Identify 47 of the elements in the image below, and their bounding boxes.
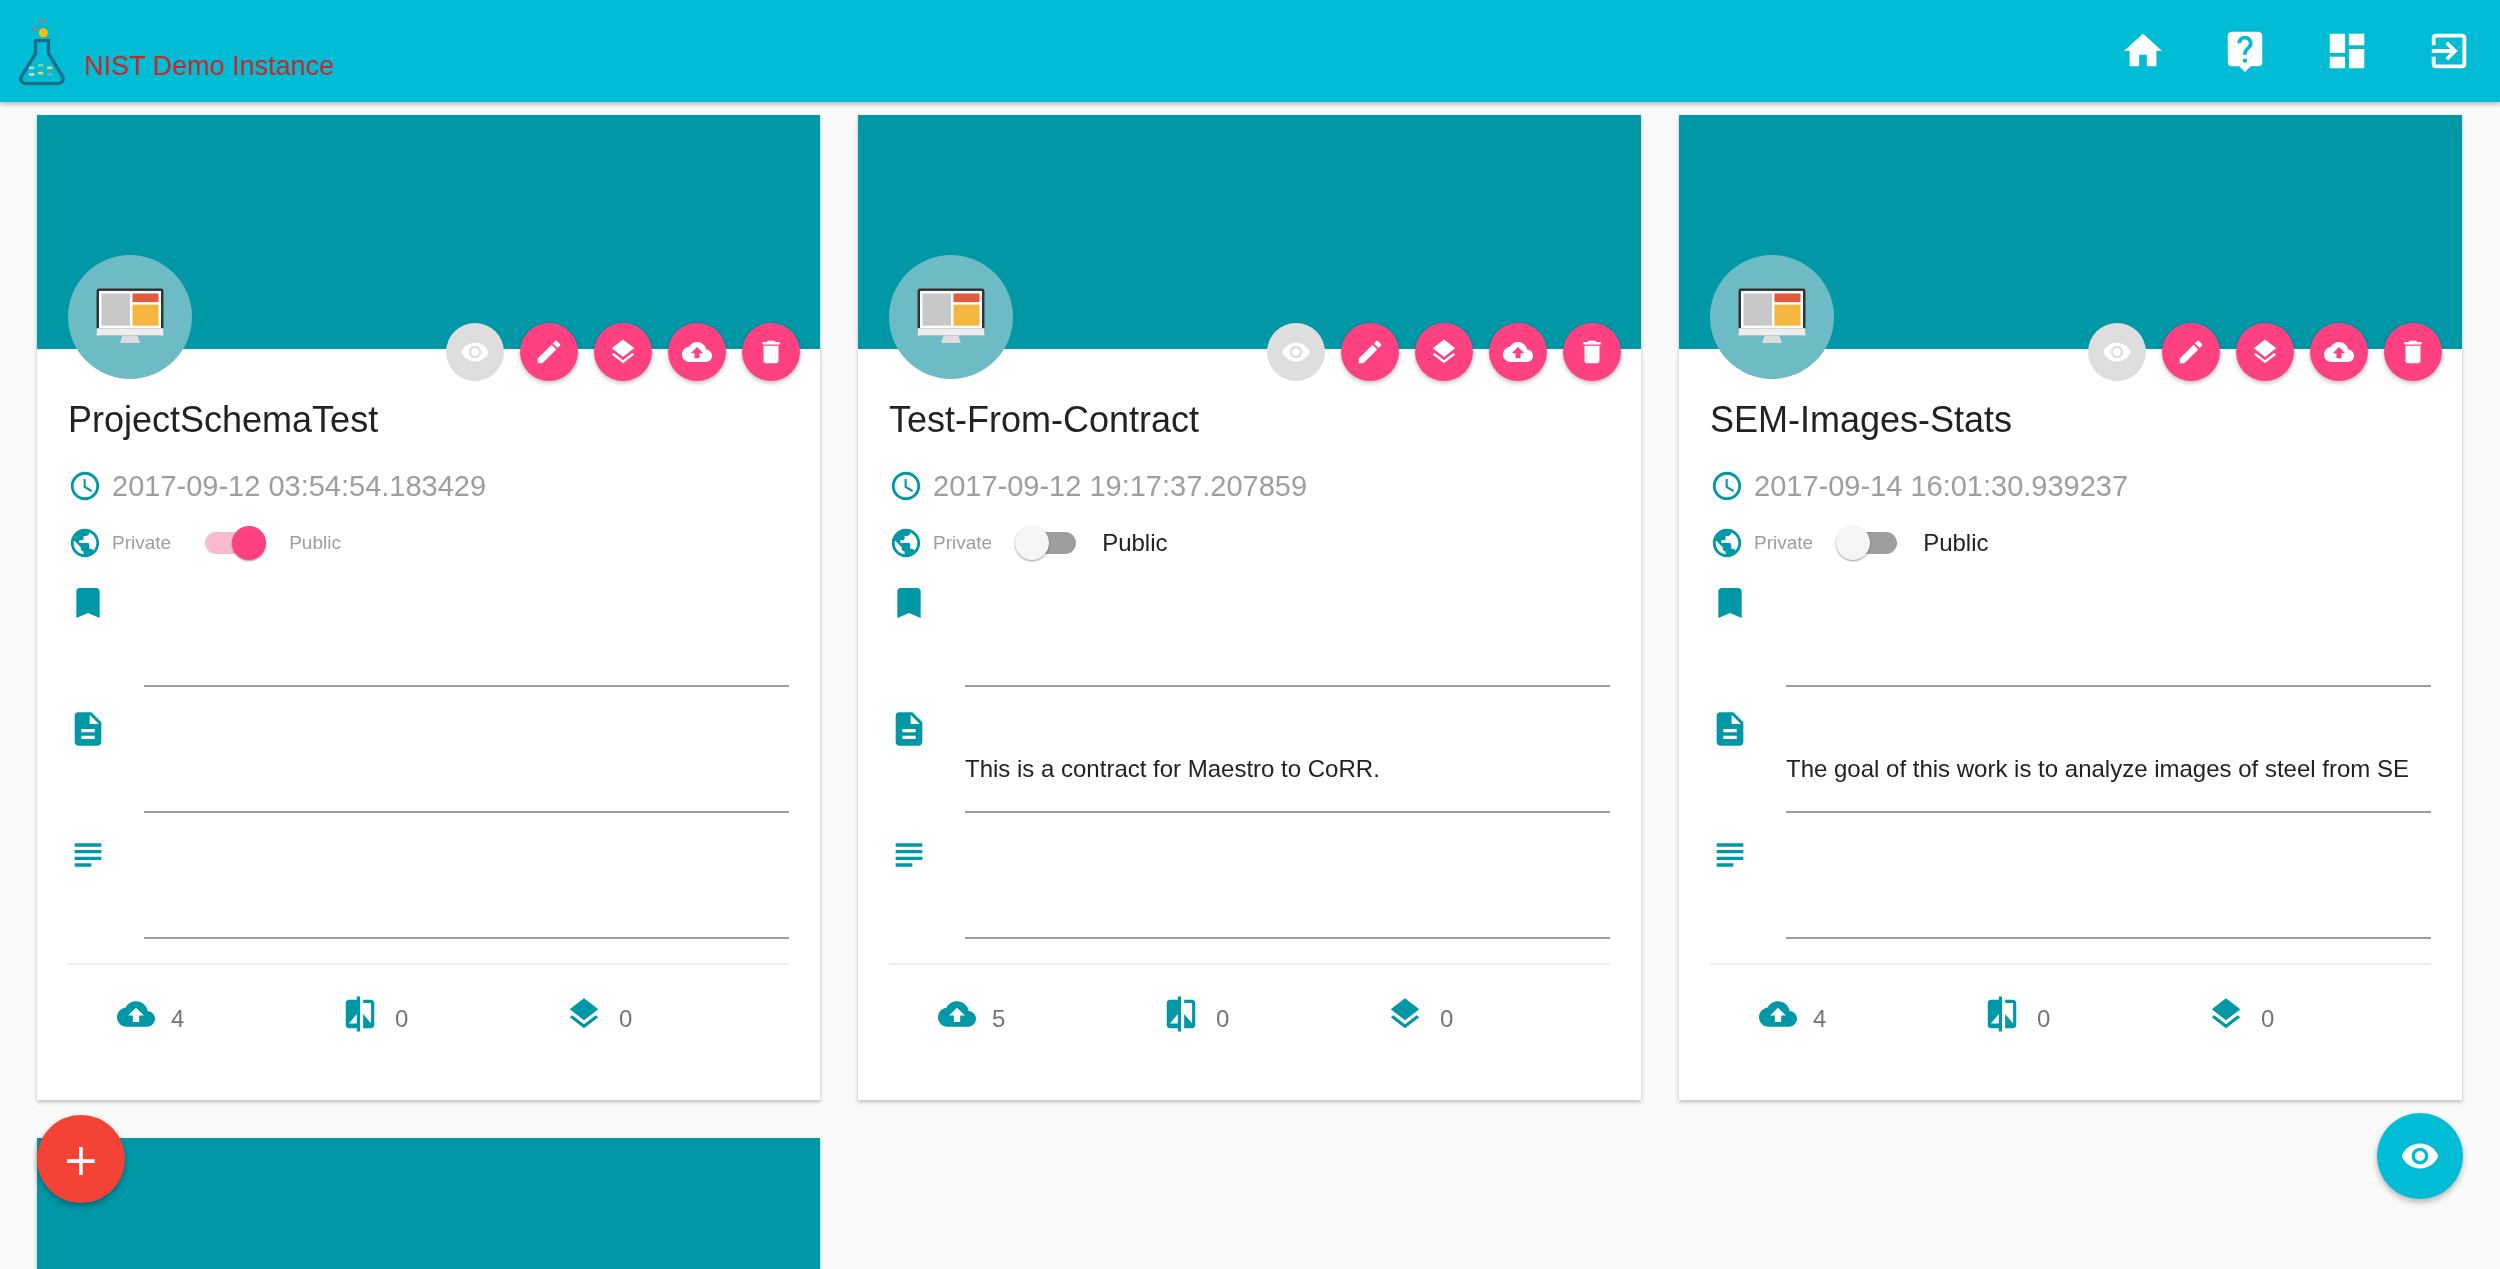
edit-button[interactable] <box>2162 323 2220 381</box>
globe-icon <box>1710 526 1744 560</box>
environments-button[interactable] <box>1415 323 1473 381</box>
records-count: 4 <box>1813 1005 1827 1033</box>
delete-button[interactable] <box>1563 323 1621 381</box>
upload-button[interactable] <box>1489 323 1547 381</box>
delete-button[interactable] <box>2384 323 2442 381</box>
diffs-count: 0 <box>395 1005 409 1033</box>
monitor-avatar-icon <box>1710 255 1834 379</box>
upload-button[interactable] <box>2310 323 2368 381</box>
created-date: 2017-09-14 16:01:30.939237 <box>1754 469 2129 503</box>
monitor-avatar-icon <box>68 255 192 379</box>
globe-icon <box>889 526 923 560</box>
diffs-count: 0 <box>1216 1005 1230 1033</box>
description-field[interactable]: This is a contract for Maestro to CoRR. <box>965 709 1610 813</box>
app-title: NIST Demo Instance <box>84 50 335 82</box>
view-button[interactable] <box>2377 1113 2463 1199</box>
environments-count: 0 <box>2261 1005 2275 1033</box>
project-name: ProjectSchemaTest <box>68 399 380 441</box>
environments-button[interactable] <box>594 323 652 381</box>
clock-icon <box>68 469 102 503</box>
description-field[interactable]: The goal of this work is to analyze images of steel from SE <box>1786 709 2431 813</box>
public-label: Public <box>1923 529 1989 557</box>
public-label: Public <box>1102 529 1168 557</box>
project-name: Test-From-Contract <box>889 399 1201 441</box>
delete-button[interactable] <box>742 323 800 381</box>
upload-button[interactable] <box>668 323 726 381</box>
globe-icon <box>68 526 102 560</box>
private-label: Private <box>933 532 993 554</box>
monitor-avatar-icon <box>889 255 1013 379</box>
created-date: 2017-09-12 19:17:37.207859 <box>933 469 1308 503</box>
environments-count: 0 <box>619 1005 633 1033</box>
private-label: Private <box>1754 532 1814 554</box>
edit-button[interactable] <box>1341 323 1399 381</box>
clock-icon <box>1710 469 1744 503</box>
records-count: 4 <box>171 1005 185 1033</box>
environments-button[interactable] <box>2236 323 2294 381</box>
edit-button[interactable] <box>520 323 578 381</box>
diffs-count: 0 <box>2037 1005 2051 1033</box>
records-count: 5 <box>992 1005 1006 1033</box>
created-date: 2017-09-12 03:54:54.183429 <box>112 469 487 503</box>
project-name: SEM-Images-Stats <box>1710 399 2014 441</box>
private-label: Private <box>112 532 172 554</box>
add-button[interactable]: + <box>37 1115 125 1203</box>
clock-icon <box>889 469 923 503</box>
public-label: Public <box>289 532 341 554</box>
environments-count: 0 <box>1440 1005 1454 1033</box>
